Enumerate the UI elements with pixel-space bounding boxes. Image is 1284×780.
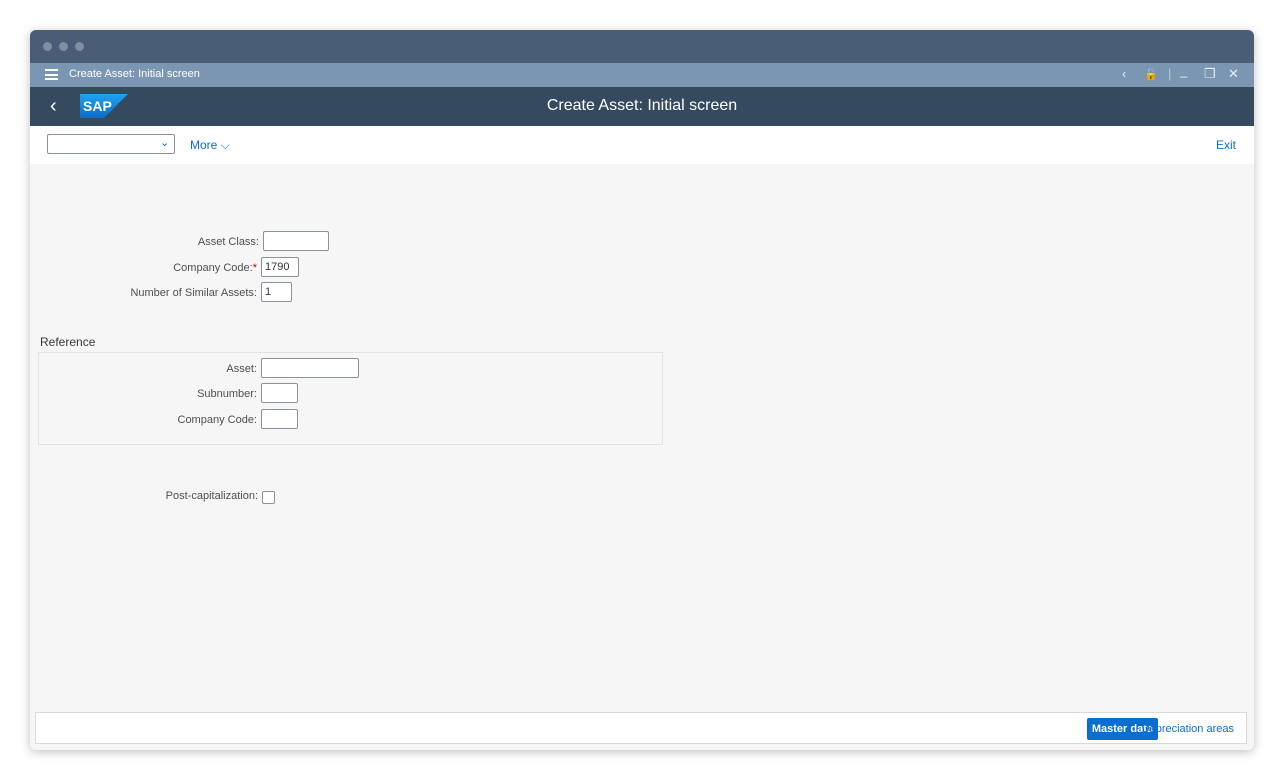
page-title: Create Asset: Initial screen xyxy=(546,97,738,114)
command-select[interactable] xyxy=(47,134,175,154)
post-capitalization-label: Post-capitalization: xyxy=(165,490,258,502)
ref-company-code-input[interactable] xyxy=(261,409,298,429)
sap-window: Create Asset: Initial screen ‹ 🔓 | _ ❐ ✕… xyxy=(30,30,1254,750)
unlock-icon[interactable]: 🔓 xyxy=(1144,68,1158,81)
title-bar: Create Asset: Initial screen ‹ 🔓 | _ ❐ ✕ xyxy=(30,63,1254,87)
restore-icon[interactable]: ❐ xyxy=(1204,66,1216,82)
reference-section-title: Reference xyxy=(40,335,96,349)
post-capitalization-checkbox[interactable] xyxy=(262,491,275,504)
ref-asset-label: Asset: xyxy=(226,363,257,375)
asset-class-input[interactable] xyxy=(263,231,329,251)
close-icon[interactable]: ✕ xyxy=(1228,66,1239,82)
required-marker: * xyxy=(252,262,257,274)
hamburger-menu-icon[interactable] xyxy=(45,69,58,80)
ref-company-code-label: Company Code: xyxy=(177,414,258,426)
company-code-input[interactable] xyxy=(261,257,299,277)
company-code-label-text: Company Code: xyxy=(173,262,253,274)
window-dot-close[interactable] xyxy=(43,42,52,51)
more-menu-button[interactable]: More ⌵ xyxy=(190,138,230,153)
window-chrome xyxy=(30,30,1254,63)
back-arrow-icon[interactable]: ‹ xyxy=(1122,66,1126,81)
window-dot-minimize[interactable] xyxy=(59,42,68,51)
titlebar-divider: | xyxy=(1168,66,1172,81)
minimize-icon[interactable]: _ xyxy=(1180,63,1187,78)
exit-button[interactable]: Exit xyxy=(1216,138,1236,152)
shell-bar: ‹ SAP Create Asset: Initial screen xyxy=(30,87,1254,126)
toolbar: ⌄ More ⌵ Exit xyxy=(30,126,1254,164)
ref-subnumber-input[interactable] xyxy=(261,383,298,403)
asset-class-label: Asset Class: xyxy=(197,236,259,248)
window-dot-zoom[interactable] xyxy=(75,42,84,51)
ref-asset-input[interactable] xyxy=(261,358,359,378)
ref-subnumber-label: Subnumber: xyxy=(197,388,257,400)
footer-bar: Master data Depreciation areas xyxy=(35,712,1247,744)
company-code-label: Company Code:* xyxy=(173,262,257,274)
depreciation-areas-button[interactable]: Depreciation areas xyxy=(1138,718,1238,740)
window-title: Create Asset: Initial screen xyxy=(69,68,200,80)
similar-assets-input[interactable] xyxy=(261,282,292,302)
similar-assets-label: Number of Similar Assets: xyxy=(130,287,257,299)
